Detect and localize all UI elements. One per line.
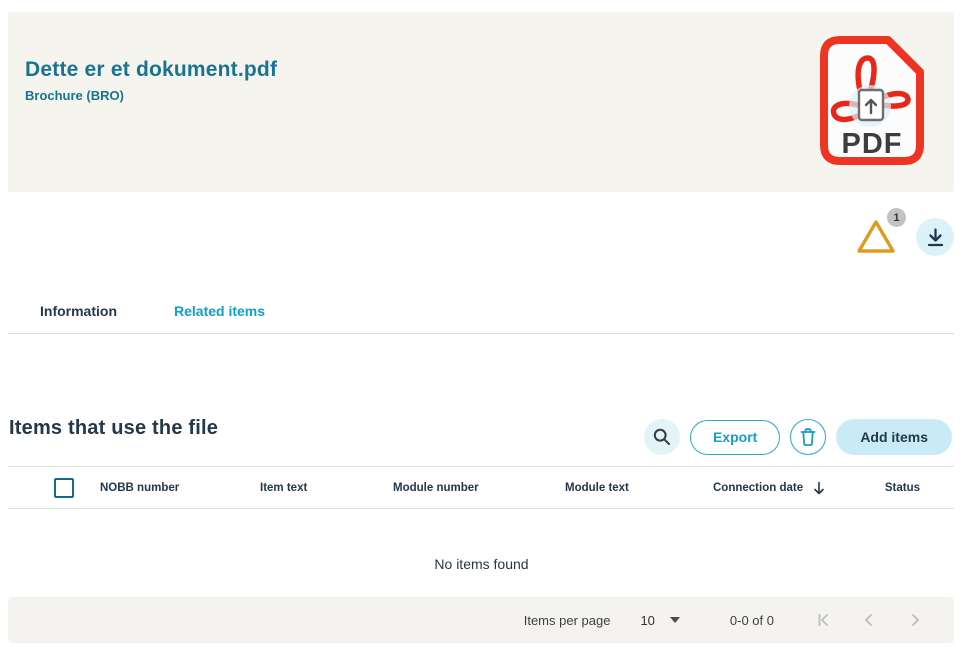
caret-down-icon — [670, 617, 680, 623]
page-title: Dette er et dokument.pdf — [25, 58, 277, 82]
chevron-left-icon — [861, 612, 877, 628]
next-page-button[interactable] — [892, 600, 938, 640]
page-range-label: 0-0 of 0 — [730, 613, 774, 628]
select-all-checkbox[interactable] — [54, 478, 74, 498]
column-header-module-number[interactable]: Module number — [393, 467, 479, 508]
file-category-label: Brochure (BRO) — [25, 88, 277, 103]
column-header-module-text[interactable]: Module text — [565, 467, 629, 508]
add-items-button-label: Add items — [860, 429, 928, 445]
export-button-label: Export — [713, 429, 757, 445]
tabs-divider — [8, 333, 954, 334]
chevron-right-icon — [907, 612, 923, 628]
file-header: Dette er et dokument.pdf Brochure (BRO) … — [8, 12, 954, 192]
first-page-button[interactable] — [800, 600, 846, 640]
table-actions: Export Add items — [644, 419, 952, 455]
trash-icon — [799, 427, 817, 447]
pdf-label: PDF — [842, 128, 903, 160]
file-titles: Dette er et dokument.pdf Brochure (BRO) — [25, 58, 277, 103]
tab-information[interactable]: Information — [40, 301, 117, 321]
empty-state-message: No items found — [0, 556, 963, 572]
paginator: Items per page 10 0-0 of 0 — [8, 597, 954, 643]
first-page-icon — [815, 612, 831, 628]
warning-count-badge: 1 — [887, 208, 906, 227]
page-size-select[interactable]: 10 — [640, 613, 679, 628]
items-per-page-label: Items per page — [524, 613, 611, 628]
delete-button[interactable] — [790, 419, 826, 455]
pdf-file-icon: PDF — [818, 34, 926, 168]
detail-tabs: Information Related items — [8, 301, 265, 321]
download-button[interactable] — [916, 218, 954, 256]
column-header-connection-date[interactable]: Connection date — [713, 467, 826, 508]
export-button[interactable]: Export — [690, 420, 780, 455]
upload-overlay-icon — [859, 90, 883, 120]
tab-related-items[interactable]: Related items — [174, 301, 265, 321]
table-header-row: NOBB number Item text Module number Modu… — [8, 466, 954, 509]
column-header-item-text[interactable]: Item text — [260, 467, 307, 508]
add-items-button[interactable]: Add items — [836, 419, 952, 455]
search-button[interactable] — [644, 419, 680, 455]
download-icon — [927, 228, 944, 247]
document-detail-page: Dette er et dokument.pdf Brochure (BRO) … — [0, 0, 963, 656]
column-header-nobb-number[interactable]: NOBB number — [100, 467, 179, 508]
search-icon — [653, 428, 671, 446]
warning-indicator[interactable]: 1 — [854, 208, 908, 256]
page-size-value: 10 — [640, 613, 654, 628]
file-toolbar: 1 — [854, 208, 954, 256]
sort-descending-icon — [812, 481, 826, 495]
section-title: Items that use the file — [9, 417, 218, 440]
previous-page-button[interactable] — [846, 600, 892, 640]
column-header-status[interactable]: Status — [885, 467, 920, 508]
